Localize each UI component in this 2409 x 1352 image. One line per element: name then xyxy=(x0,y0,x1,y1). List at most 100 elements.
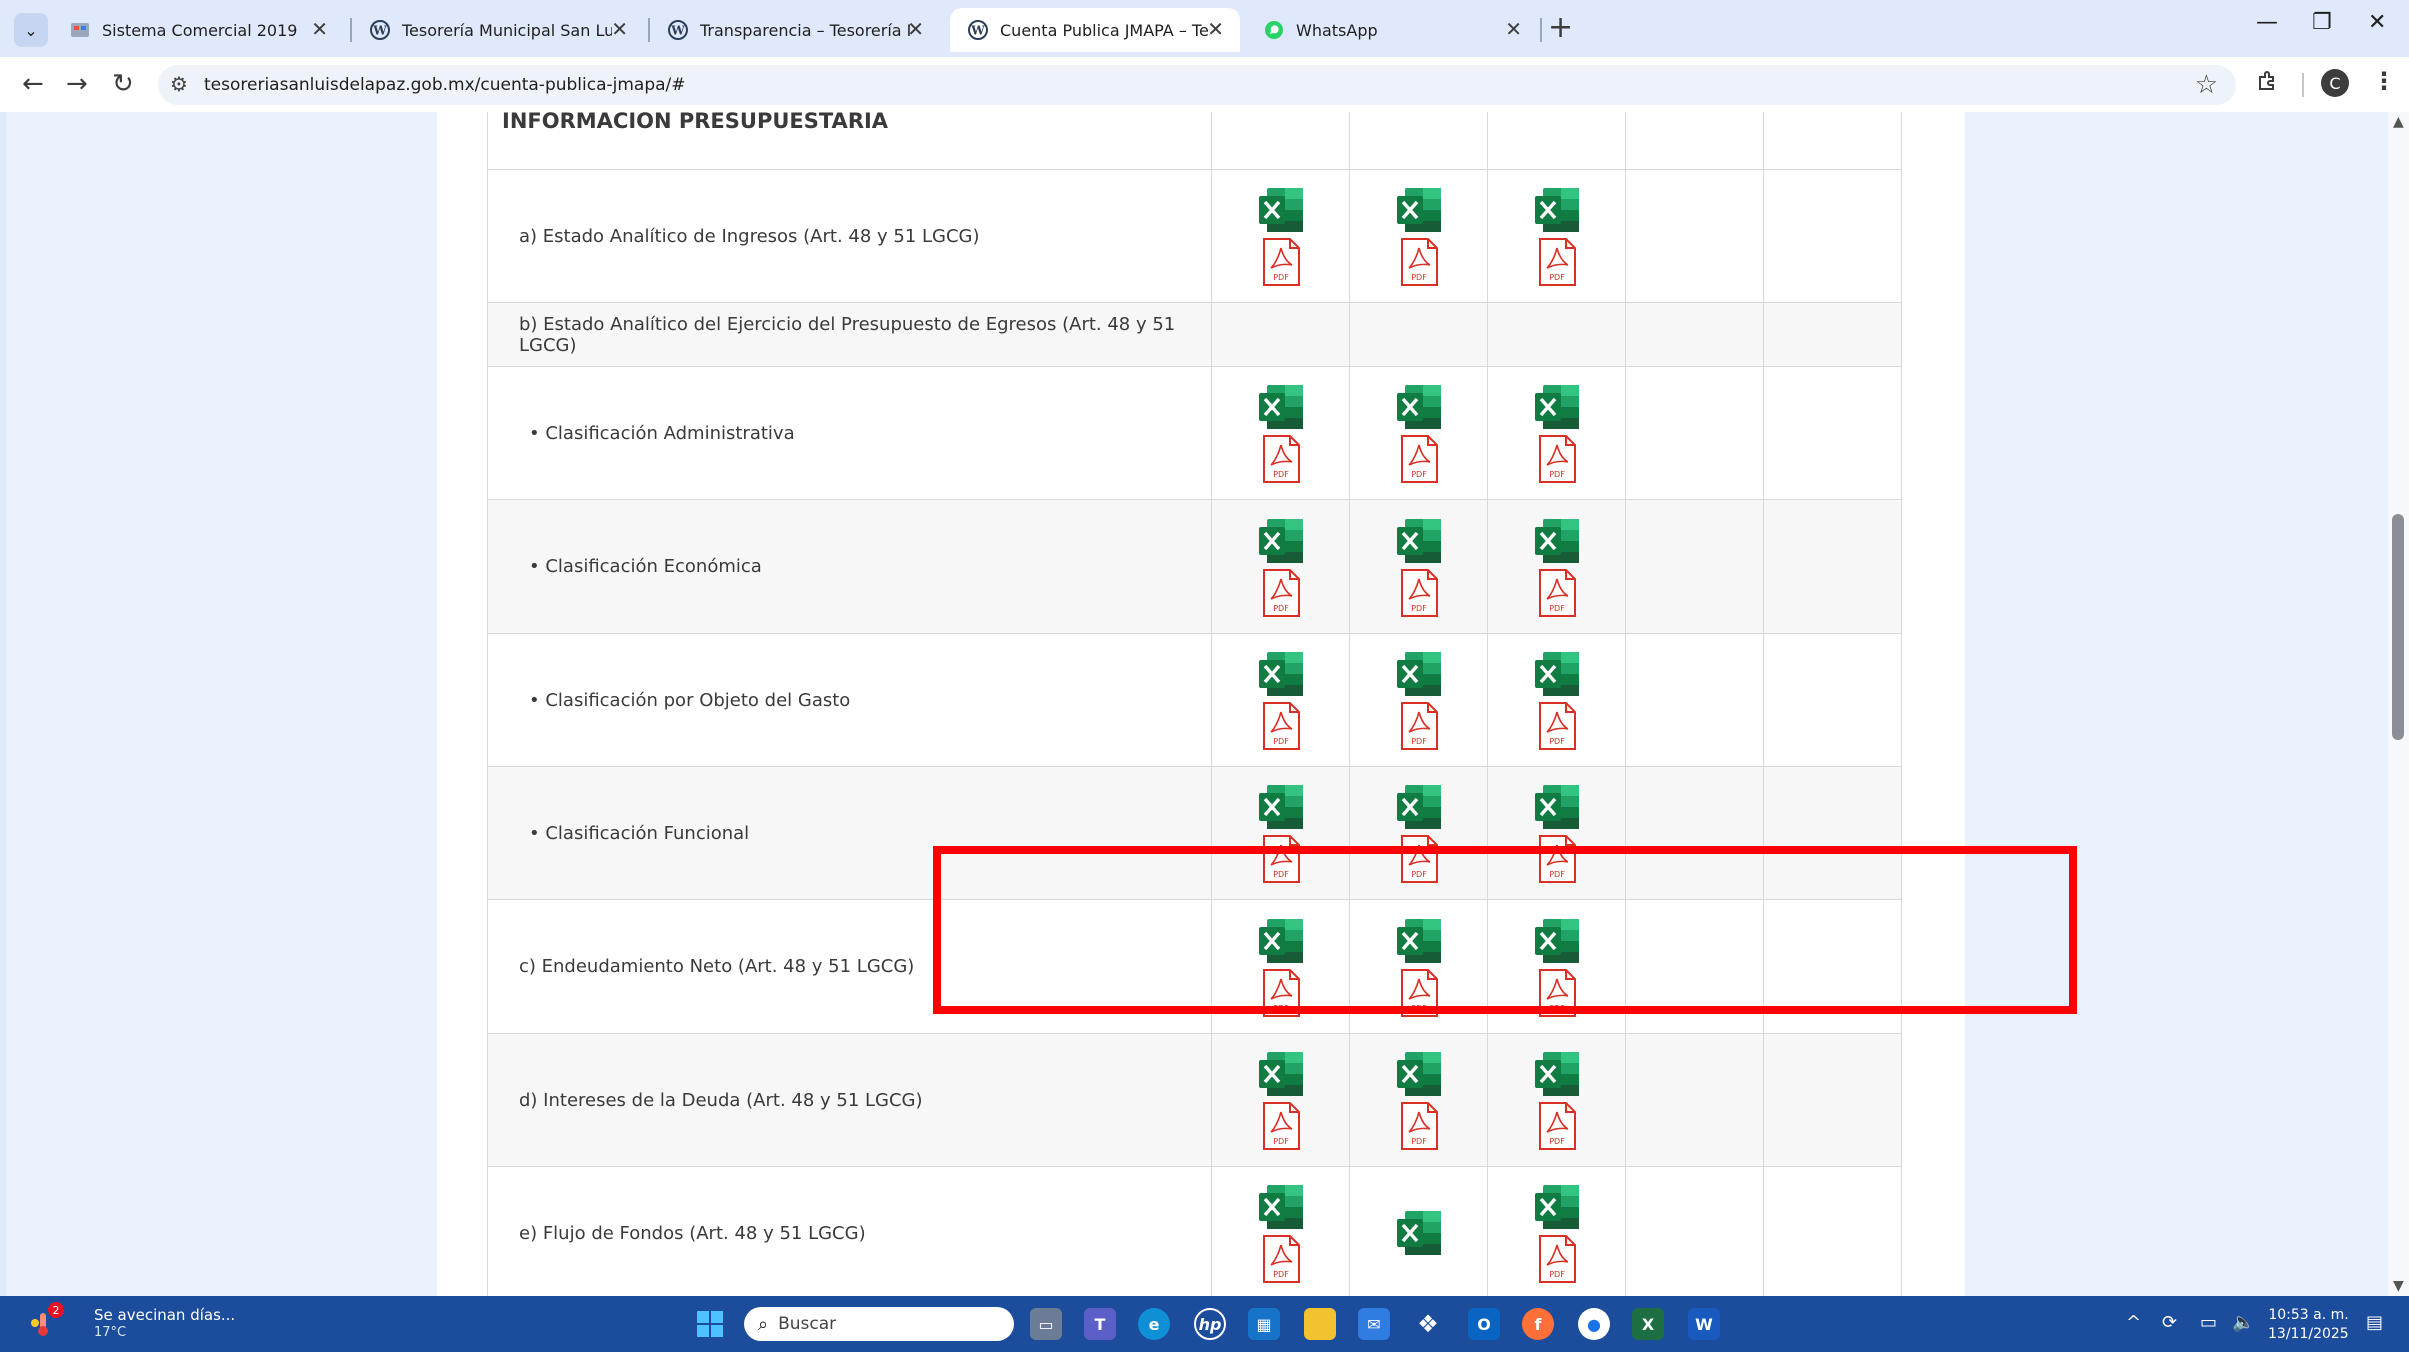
pdf-file-icon[interactable]: PDF xyxy=(1537,568,1577,617)
mail-icon[interactable]: ✉ xyxy=(1358,1308,1390,1340)
taskbar-search[interactable]: ⌕ Buscar xyxy=(744,1307,1014,1341)
tab-whatsapp[interactable]: WhatsApp ✕ xyxy=(1246,8,1538,52)
excel-file-icon[interactable] xyxy=(1533,1183,1581,1231)
excel-icon[interactable]: X xyxy=(1632,1308,1664,1340)
row-label: a) Estado Analítico de Ingresos (Art. 48… xyxy=(519,225,980,247)
excel-file-icon[interactable] xyxy=(1395,1209,1443,1257)
pdf-file-icon[interactable]: PDF xyxy=(1261,1235,1301,1283)
excel-file-icon[interactable] xyxy=(1395,650,1443,698)
pdf-file-icon[interactable]: PDF xyxy=(1537,1102,1577,1150)
pdf-file-icon[interactable]: PDF xyxy=(1261,435,1301,483)
pdf-file-icon[interactable]: PDF xyxy=(1399,968,1439,1017)
weather-widget[interactable]: 2 Se avecinan días... 17°C xyxy=(30,1302,235,1342)
tab-transparencia[interactable]: W Transparencia – Tesorería Munic ✕ xyxy=(650,8,940,52)
excel-file-icon[interactable] xyxy=(1257,517,1305,565)
excel-file-icon[interactable] xyxy=(1533,517,1581,565)
pdf-file-icon[interactable]: PDF xyxy=(1261,835,1301,883)
show-hidden-icons[interactable]: ^ xyxy=(2126,1312,2141,1333)
excel-file-icon[interactable] xyxy=(1395,186,1443,234)
tab-tesoreria-municipal[interactable]: W Tesorería Municipal San Luis de ✕ xyxy=(352,8,644,52)
excel-file-icon[interactable] xyxy=(1533,186,1581,234)
extensions-icon[interactable] xyxy=(2256,70,2278,92)
edge-icon[interactable]: e xyxy=(1138,1308,1170,1340)
pdf-file-icon[interactable]: PDF xyxy=(1537,1235,1577,1283)
pdf-file-icon[interactable]: PDF xyxy=(1399,568,1439,617)
word-icon[interactable]: W xyxy=(1688,1308,1720,1340)
pdf-file-icon[interactable]: PDF xyxy=(1537,238,1577,286)
page-scrollbar[interactable]: ▲ ▼ xyxy=(2388,112,2409,1296)
scroll-up-icon[interactable]: ▲ xyxy=(2393,114,2404,130)
forward-arrow-icon[interactable]: → xyxy=(66,69,88,99)
new-tab-button[interactable]: + xyxy=(1548,12,1573,44)
excel-file-icon[interactable] xyxy=(1533,650,1581,698)
tab-cuenta-publica[interactable]: W Cuenta Publica JMAPA – Tesore ✕ xyxy=(950,8,1240,52)
pdf-file-icon[interactable]: PDF xyxy=(1537,702,1577,750)
system-clock[interactable]: 10:53 a. m. 13/11/2025 xyxy=(2268,1306,2349,1344)
more-menu-icon[interactable]: ⋮ xyxy=(2372,67,2396,95)
close-icon[interactable]: ✕ xyxy=(311,19,328,39)
pdf-file-icon[interactable]: PDF xyxy=(1399,702,1439,750)
scrollbar-thumb[interactable] xyxy=(2392,514,2404,740)
restore-icon[interactable]: ❐ xyxy=(2312,10,2332,35)
close-icon[interactable]: ✕ xyxy=(907,19,924,39)
pdf-file-icon[interactable]: PDF xyxy=(1261,1102,1301,1150)
back-arrow-icon[interactable]: ← xyxy=(22,69,44,99)
dropbox-icon[interactable]: ❖ xyxy=(1412,1308,1444,1340)
teams-icon[interactable]: T xyxy=(1084,1308,1116,1340)
task-view-icon[interactable]: ▭ xyxy=(1030,1308,1062,1340)
excel-file-icon[interactable] xyxy=(1533,383,1581,431)
bookmark-star-icon[interactable]: ☆ xyxy=(2195,70,2218,100)
store-icon[interactable]: ▦ xyxy=(1248,1308,1280,1340)
pdf-file-icon[interactable]: PDF xyxy=(1399,435,1439,483)
tab-sistema-comercial[interactable]: Sistema Comercial 2019 ✕ xyxy=(52,8,344,52)
notifications-icon[interactable]: ▤ xyxy=(2366,1312,2383,1333)
excel-file-icon[interactable] xyxy=(1395,783,1443,831)
minimize-icon[interactable]: — xyxy=(2256,10,2278,35)
window-close-icon[interactable]: ✕ xyxy=(2368,10,2386,35)
excel-file-icon[interactable] xyxy=(1395,917,1443,965)
close-icon[interactable]: ✕ xyxy=(1505,19,1522,39)
outlook-icon[interactable]: O xyxy=(1468,1308,1500,1340)
pdf-file-icon[interactable]: PDF xyxy=(1537,835,1577,883)
hp-icon[interactable]: hp xyxy=(1194,1308,1226,1340)
pdf-file-icon[interactable]: PDF xyxy=(1261,238,1301,286)
file-cell xyxy=(1625,766,1764,900)
close-icon[interactable]: ✕ xyxy=(1207,19,1224,39)
excel-file-icon[interactable] xyxy=(1257,650,1305,698)
pdf-file-icon[interactable]: PDF xyxy=(1537,435,1577,483)
excel-file-icon[interactable] xyxy=(1533,917,1581,965)
excel-file-icon[interactable] xyxy=(1257,783,1305,831)
excel-file-icon[interactable] xyxy=(1533,1050,1581,1098)
volume-icon[interactable]: 🔈 xyxy=(2232,1312,2254,1333)
excel-file-icon[interactable] xyxy=(1257,383,1305,431)
address-bar[interactable]: ⚙ tesoreriasanluisdelapaz.gob.mx/cuenta-… xyxy=(158,65,2236,105)
excel-file-icon[interactable] xyxy=(1395,1050,1443,1098)
sync-icon[interactable]: ⟳ xyxy=(2162,1312,2177,1333)
pdf-file-icon[interactable]: PDF xyxy=(1261,568,1301,617)
pdf-file-icon[interactable]: PDF xyxy=(1537,968,1577,1017)
firefox-icon[interactable]: f xyxy=(1522,1308,1554,1340)
excel-file-icon[interactable] xyxy=(1395,383,1443,431)
excel-file-icon[interactable] xyxy=(1533,783,1581,831)
site-settings-icon[interactable]: ⚙ xyxy=(170,72,188,96)
excel-file-icon[interactable] xyxy=(1257,186,1305,234)
chrome-icon[interactable]: ● xyxy=(1578,1308,1610,1340)
pdf-file-icon[interactable]: PDF xyxy=(1399,835,1439,883)
pdf-file-icon[interactable]: PDF xyxy=(1399,238,1439,286)
excel-file-icon[interactable] xyxy=(1257,1050,1305,1098)
windows-start-icon[interactable] xyxy=(696,1310,724,1338)
file-explorer-icon[interactable] xyxy=(1304,1308,1336,1340)
scroll-down-icon[interactable]: ▼ xyxy=(2393,1278,2404,1294)
close-icon[interactable]: ✕ xyxy=(611,19,628,39)
excel-file-icon[interactable] xyxy=(1257,917,1305,965)
network-icon[interactable]: ▭ xyxy=(2200,1312,2217,1333)
pdf-file-icon[interactable]: PDF xyxy=(1261,968,1301,1017)
pdf-file-icon[interactable]: PDF xyxy=(1399,1102,1439,1150)
tab-search-button[interactable]: ⌄ xyxy=(14,13,48,47)
pdf-file-icon[interactable]: PDF xyxy=(1261,702,1301,750)
excel-file-icon[interactable] xyxy=(1395,517,1443,565)
url-text[interactable]: tesoreriasanluisdelapaz.gob.mx/cuenta-pu… xyxy=(204,75,686,95)
profile-avatar[interactable]: C xyxy=(2321,69,2349,97)
reload-icon[interactable]: ↻ xyxy=(112,69,134,99)
excel-file-icon[interactable] xyxy=(1257,1183,1305,1231)
